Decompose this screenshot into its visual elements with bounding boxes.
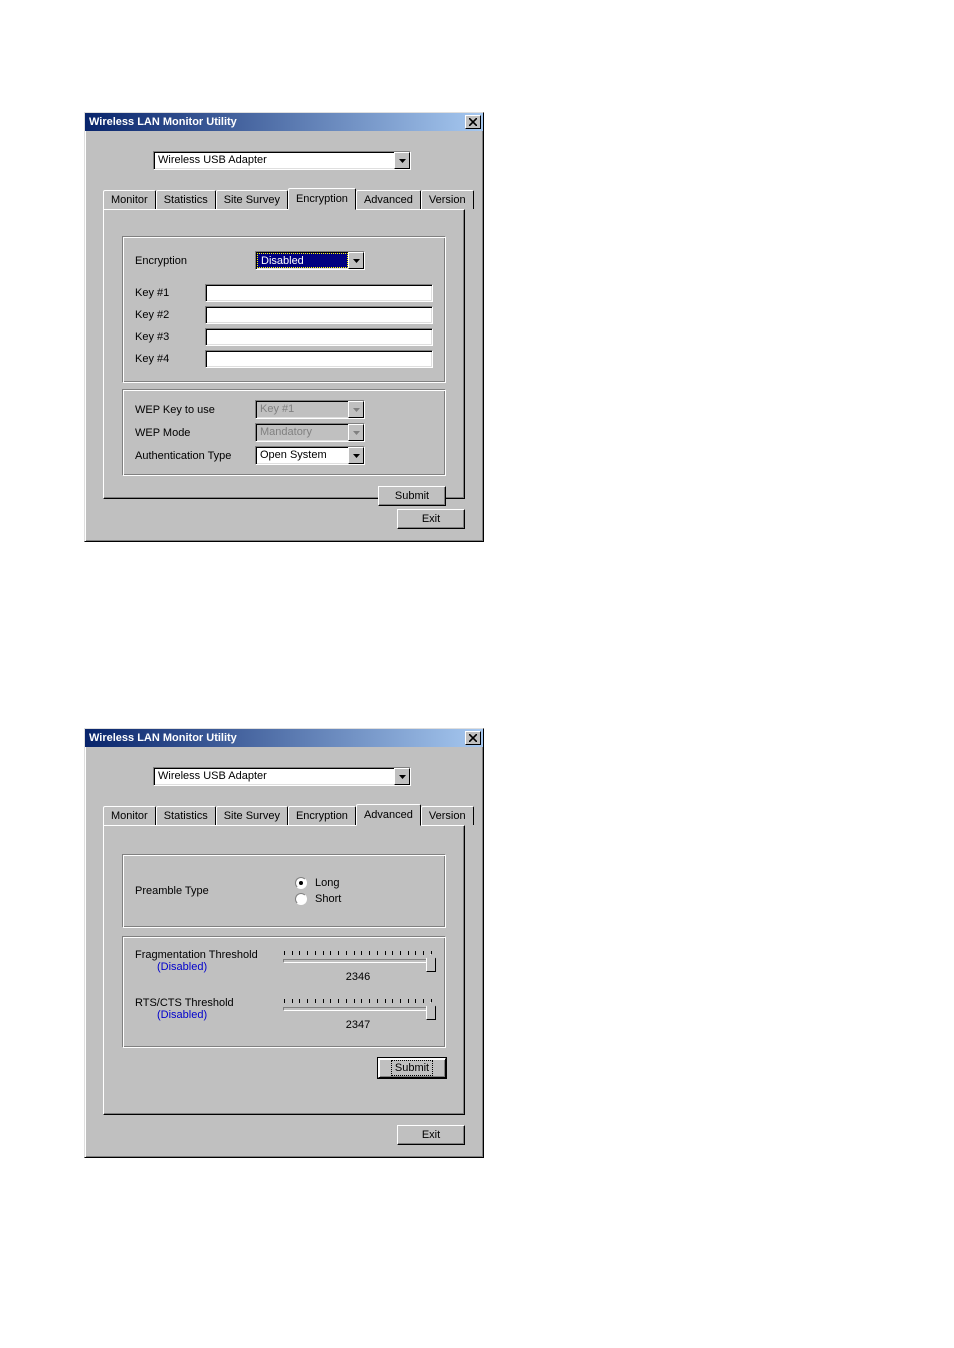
chevron-down-icon[interactable] xyxy=(348,447,364,464)
radio-icon xyxy=(295,877,307,889)
frag-note: (Disabled) xyxy=(135,961,283,973)
key1-label: Key #1 xyxy=(135,287,205,299)
radio-short[interactable]: Short xyxy=(295,893,341,905)
tab-version[interactable]: Version xyxy=(421,806,474,825)
tab-statistics[interactable]: Statistics xyxy=(156,806,216,825)
window-body: Wireless USB Adapter Monitor Statistics … xyxy=(85,131,483,541)
wep-key-label: WEP Key to use xyxy=(135,404,255,416)
tabpage-advanced: Preamble Type Long Short xyxy=(103,825,465,1115)
radio-long-label: Long xyxy=(315,877,339,889)
close-button[interactable] xyxy=(465,115,481,129)
wep-mode-combo: Mandatory xyxy=(255,423,365,442)
close-icon xyxy=(469,734,477,742)
key2-label: Key #2 xyxy=(135,309,205,321)
adapter-combo[interactable]: Wireless USB Adapter xyxy=(153,767,411,786)
exit-button[interactable]: Exit xyxy=(397,1125,465,1145)
tab-statistics[interactable]: Statistics xyxy=(156,190,216,209)
adapter-value: Wireless USB Adapter xyxy=(154,768,394,785)
tabstrip: Monitor Statistics Site Survey Encryptio… xyxy=(103,188,475,209)
auth-type-value: Open System xyxy=(256,447,348,464)
wep-mode-value: Mandatory xyxy=(256,424,348,441)
rts-slider[interactable]: 2347 xyxy=(283,997,433,1031)
radio-short-label: Short xyxy=(315,893,341,905)
frag-value: 2346 xyxy=(283,971,433,983)
tab-encryption[interactable]: Encryption xyxy=(288,188,356,210)
rts-note: (Disabled) xyxy=(135,1009,283,1021)
chevron-down-icon xyxy=(348,424,364,441)
window-title: Wireless LAN Monitor Utility xyxy=(89,116,237,128)
tabstrip: Monitor Statistics Site Survey Encryptio… xyxy=(103,804,475,825)
titlebar[interactable]: Wireless LAN Monitor Utility xyxy=(85,113,483,131)
chevron-down-icon xyxy=(348,401,364,418)
encryption-group: Encryption Disabled Key #1 Key #2 Key #3… xyxy=(122,236,446,383)
tab-advanced[interactable]: Advanced xyxy=(356,804,421,826)
encryption-label: Encryption xyxy=(135,255,255,267)
adapter-combo[interactable]: Wireless USB Adapter xyxy=(153,151,411,170)
key1-input[interactable] xyxy=(205,284,433,302)
window-body: Wireless USB Adapter Monitor Statistics … xyxy=(85,747,483,1157)
tab-monitor[interactable]: Monitor xyxy=(103,806,156,825)
auth-type-label: Authentication Type xyxy=(135,450,255,462)
preamble-label: Preamble Type xyxy=(135,885,295,897)
wep-group: WEP Key to use Key #1 WEP Mode Mandatory… xyxy=(122,389,446,476)
tab-monitor[interactable]: Monitor xyxy=(103,190,156,209)
key3-input[interactable] xyxy=(205,328,433,346)
lan-utility-window-encryption: Wireless LAN Monitor Utility Wireless US… xyxy=(84,112,484,542)
rts-value: 2347 xyxy=(283,1019,433,1031)
submit-button[interactable]: Submit xyxy=(378,1058,446,1078)
wep-key-value: Key #1 xyxy=(256,401,348,418)
key4-label: Key #4 xyxy=(135,353,205,365)
thresholds-group: Fragmentation Threshold (Disabled) 2346 … xyxy=(122,936,446,1048)
wep-mode-label: WEP Mode xyxy=(135,427,255,439)
tab-encryption[interactable]: Encryption xyxy=(288,806,356,825)
radio-icon xyxy=(295,893,307,905)
encryption-value: Disabled xyxy=(257,253,348,268)
adapter-row: Wireless USB Adapter xyxy=(153,151,475,170)
lan-utility-window-advanced: Wireless LAN Monitor Utility Wireless US… xyxy=(84,728,484,1158)
wep-key-combo: Key #1 xyxy=(255,400,365,419)
exit-button[interactable]: Exit xyxy=(397,509,465,529)
close-icon xyxy=(469,118,477,126)
close-button[interactable] xyxy=(465,731,481,745)
key4-input[interactable] xyxy=(205,350,433,368)
tab-advanced[interactable]: Advanced xyxy=(356,190,421,209)
frag-label: Fragmentation Threshold xyxy=(135,949,283,961)
window-title: Wireless LAN Monitor Utility xyxy=(89,732,237,744)
tab-site-survey[interactable]: Site Survey xyxy=(216,806,288,825)
encryption-combo[interactable]: Disabled xyxy=(255,251,365,270)
adapter-value: Wireless USB Adapter xyxy=(154,152,394,169)
key2-input[interactable] xyxy=(205,306,433,324)
tab-version[interactable]: Version xyxy=(421,190,474,209)
titlebar[interactable]: Wireless LAN Monitor Utility xyxy=(85,729,483,747)
preamble-group: Preamble Type Long Short xyxy=(122,854,446,928)
key3-label: Key #3 xyxy=(135,331,205,343)
adapter-row: Wireless USB Adapter xyxy=(153,767,475,786)
chevron-down-icon[interactable] xyxy=(394,768,410,785)
chevron-down-icon[interactable] xyxy=(394,152,410,169)
auth-type-combo[interactable]: Open System xyxy=(255,446,365,465)
frag-slider[interactable]: 2346 xyxy=(283,949,433,983)
tab-site-survey[interactable]: Site Survey xyxy=(216,190,288,209)
submit-button[interactable]: Submit xyxy=(378,486,446,506)
chevron-down-icon[interactable] xyxy=(348,252,364,269)
rts-label: RTS/CTS Threshold xyxy=(135,997,283,1009)
radio-long[interactable]: Long xyxy=(295,877,341,889)
tabpage-encryption: Encryption Disabled Key #1 Key #2 Key #3… xyxy=(103,209,465,499)
